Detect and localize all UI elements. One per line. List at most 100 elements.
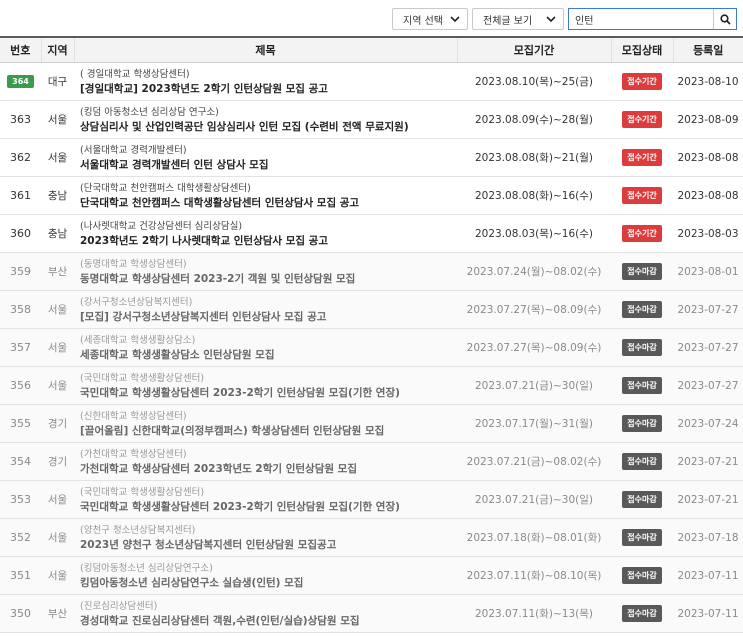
post-number: 356 bbox=[10, 379, 31, 392]
status-badge: 접수기간 bbox=[622, 149, 662, 166]
title-cell[interactable]: (양천구 청소년상담복지센터) 2023년 양천구 청소년상담복지센터 인턴상담원… bbox=[74, 518, 457, 557]
organization-name: (서울대학교 경력개발센터) bbox=[80, 144, 187, 156]
region-cell: 서울 bbox=[41, 556, 74, 595]
post-title-link[interactable]: 2023년 양천구 청소년상담복지센터 인턴상담원 모집공고 bbox=[80, 538, 457, 552]
status-cell: 접수기간 bbox=[611, 138, 673, 177]
organization-name: (강서구청소년상담복지센터) bbox=[80, 296, 193, 308]
post-number: 350 bbox=[10, 607, 31, 620]
view-select[interactable]: 전체글 보기 bbox=[472, 8, 564, 30]
date-cell: 2023-07-27 bbox=[673, 366, 743, 405]
number-cell: 362 bbox=[0, 138, 41, 177]
status-cell: 접수기간 bbox=[611, 100, 673, 139]
title-cell[interactable]: (킹덤 아동청소년 심리상담 연구소) 상담심리사 및 산업인력공단 임상심리사 … bbox=[74, 100, 457, 139]
number-cell: 353 bbox=[0, 480, 41, 519]
post-title-link[interactable]: [경일대학교] 2023학년도 2학기 인턴상담원 모집 공고 bbox=[80, 82, 457, 96]
title-cell[interactable]: (단국대학교 천안캠퍼스 대학생활상담센터) 단국대학교 천안캠퍼스 대학생활상담… bbox=[74, 176, 457, 215]
organization-name: (단국대학교 천안캠퍼스 대학생활상담센터) bbox=[80, 182, 251, 194]
date-cell: 2023-07-11 bbox=[673, 556, 743, 595]
post-title-link[interactable]: 상담심리사 및 산업인력공단 임상심리사 인턴 모집 (수련비 전액 무료지원) bbox=[80, 120, 457, 134]
post-title-link[interactable]: 가천대학교 학생상담센터 2023학년도 2학기 인턴상담원 모집 bbox=[80, 462, 457, 476]
organization-name: (양천구 청소년상담복지센터) bbox=[80, 524, 196, 536]
organization-name: ( 경일대학교 학생상담센터) bbox=[80, 68, 190, 80]
search-button[interactable] bbox=[713, 9, 736, 29]
title-cell[interactable]: (국민대학교 학생생활상담센터) 국민대학교 학생생활상담센터 2023-2학기 … bbox=[74, 366, 457, 405]
table-row[interactable]: 356 서울 (국민대학교 학생생활상담센터) 국민대학교 학생생활상담센터 2023… bbox=[0, 366, 743, 405]
post-title-link[interactable]: 동명대학교 학생상담센터 2023-2기 객원 및 인턴상담원 모집 bbox=[80, 272, 457, 286]
date-cell: 2023-08-03 bbox=[673, 214, 743, 253]
period-cell: 2023.07.24(월)~08.02(수) bbox=[457, 252, 611, 291]
period-cell: 2023.07.17(월)~31(월) bbox=[457, 404, 611, 443]
post-title-link[interactable]: 2023학년도 2학기 나사렛대학교 인턴상담사 모집 공고 bbox=[80, 234, 457, 248]
period-cell: 2023.08.09(수)~28(월) bbox=[457, 100, 611, 139]
table-row[interactable]: 351 서울 (킹덤아동청소년 심리상담연구소) 킹덤아동청소년 심리상담연구소 실습… bbox=[0, 556, 743, 595]
number-cell: 360 bbox=[0, 214, 41, 253]
region-cell: 서울 bbox=[41, 138, 74, 177]
title-cell[interactable]: (강서구청소년상담복지센터) [모집] 강서구청소년상담복지센터 인턴상담사 모집… bbox=[74, 290, 457, 329]
table-row[interactable]: 359 부산 (동명대학교 학생상담센터) 동명대학교 학생상담센터 2023-2기 … bbox=[0, 252, 743, 291]
table-row[interactable]: 361 충남 (단국대학교 천안캠퍼스 대학생활상담센터) 단국대학교 천안캠퍼스 대… bbox=[0, 176, 743, 215]
toolbar: 지역 선택 전체글 보기 bbox=[0, 0, 743, 36]
title-cell[interactable]: (국민대학교 학생생활상담센터) 국민대학교 학생생활상담센터 2023-2학기 … bbox=[74, 480, 457, 519]
title-cell[interactable]: (진로심리상담센터) 경성대학교 진로심리상담센터 객원,수련(인턴/실습)상담원… bbox=[74, 594, 457, 633]
post-title-link[interactable]: 서울대학교 경력개발센터 인턴 상담사 모집 bbox=[80, 158, 457, 172]
table-row[interactable]: 358 서울 (강서구청소년상담복지센터) [모집] 강서구청소년상담복지센터 인턴상… bbox=[0, 290, 743, 329]
post-title-link[interactable]: [끌어올림] 신한대학교(의정부캠퍼스) 학생상담센터 인턴상담원 모집 bbox=[80, 424, 457, 438]
post-title-link[interactable]: 킹덤아동청소년 심리상담연구소 실습생(인턴) 모집 bbox=[80, 576, 457, 590]
title-cell[interactable]: (서울대학교 경력개발센터) 서울대학교 경력개발센터 인턴 상담사 모집 bbox=[74, 138, 457, 177]
title-cell[interactable]: (나사렛대학교 건강상담센터 심리상담실) 2023학년도 2학기 나사렛대학교 … bbox=[74, 214, 457, 253]
table-row[interactable]: 363 서울 (킹덤 아동청소년 심리상담 연구소) 상담심리사 및 산업인력공단 임… bbox=[0, 100, 743, 139]
number-cell: 359 bbox=[0, 252, 41, 291]
table-row[interactable]: 364 대구 ( 경일대학교 학생상담센터) [경일대학교] 2023학년도 2학기 … bbox=[0, 62, 743, 101]
title-cell[interactable]: (가천대학교 학생상담센터) 가천대학교 학생상담센터 2023학년도 2학기 인… bbox=[74, 442, 457, 481]
post-title-link[interactable]: 단국대학교 천안캠퍼스 대학생활상담센터 인턴상담사 모집 공고 bbox=[80, 196, 457, 210]
post-title-link[interactable]: 국민대학교 학생생활상담센터 2023-2학기 인턴상담원 모집(기한 연장) bbox=[80, 500, 457, 514]
number-cell: 357 bbox=[0, 328, 41, 367]
region-select[interactable]: 지역 선택 bbox=[392, 8, 468, 30]
post-title-link[interactable]: [모집] 강서구청소년상담복지센터 인턴상담사 모집 공고 bbox=[80, 310, 457, 324]
search-icon bbox=[719, 10, 731, 29]
table-row[interactable]: 362 서울 (서울대학교 경력개발센터) 서울대학교 경력개발센터 인턴 상담사 모… bbox=[0, 138, 743, 177]
organization-name: (세종대학교 학생생활상담소) bbox=[80, 334, 196, 346]
table-row[interactable]: 357 서울 (세종대학교 학생생활상담소) 세종대학교 학생생활상담소 인턴상담원 … bbox=[0, 328, 743, 367]
status-cell: 접수기간 bbox=[611, 214, 673, 253]
status-badge: 접수마감 bbox=[622, 301, 662, 318]
header-number: 번호 bbox=[0, 36, 42, 63]
status-badge: 접수기간 bbox=[622, 187, 662, 204]
status-cell: 접수마감 bbox=[611, 252, 673, 291]
period-cell: 2023.07.11(화)~08.10(목) bbox=[457, 556, 611, 595]
table-row[interactable]: 350 부산 (진로심리상담센터) 경성대학교 진로심리상담센터 객원,수련(인턴/실… bbox=[0, 594, 743, 633]
table-row[interactable]: 354 경기 (가천대학교 학생상담센터) 가천대학교 학생상담센터 2023학년도 … bbox=[0, 442, 743, 481]
organization-name: (국민대학교 학생생활상담센터) bbox=[80, 372, 205, 384]
period-cell: 2023.08.10(목)~25(금) bbox=[457, 62, 611, 101]
title-cell[interactable]: (신한대학교 학생상담센터) [끌어올림] 신한대학교(의정부캠퍼스) 학생상담센… bbox=[74, 404, 457, 443]
post-title-link[interactable]: 국민대학교 학생생활상담센터 2023-2학기 인턴상담원 모집(기한 연장) bbox=[80, 386, 457, 400]
post-number: 358 bbox=[10, 303, 31, 316]
title-cell[interactable]: (킹덤아동청소년 심리상담연구소) 킹덤아동청소년 심리상담연구소 실습생(인턴)… bbox=[74, 556, 457, 595]
status-badge: 접수마감 bbox=[622, 453, 662, 470]
table-row[interactable]: 352 서울 (양천구 청소년상담복지센터) 2023년 양천구 청소년상담복지센터 … bbox=[0, 518, 743, 557]
status-badge: 접수기간 bbox=[622, 73, 662, 90]
organization-name: (가천대학교 학생상담센터) bbox=[80, 448, 187, 460]
period-cell: 2023.07.18(화)~08.01(화) bbox=[457, 518, 611, 557]
search-box bbox=[568, 8, 737, 30]
period-cell: 2023.08.08(화)~16(수) bbox=[457, 176, 611, 215]
table-row[interactable]: 355 경기 (신한대학교 학생상담센터) [끌어올림] 신한대학교(의정부캠퍼스) … bbox=[0, 404, 743, 443]
post-number: 357 bbox=[10, 341, 31, 354]
status-cell: 접수기간 bbox=[611, 62, 673, 101]
title-cell[interactable]: (동명대학교 학생상담센터) 동명대학교 학생상담센터 2023-2기 객원 및 … bbox=[74, 252, 457, 291]
status-badge: 접수마감 bbox=[622, 567, 662, 584]
header-date: 등록일 bbox=[673, 36, 743, 63]
post-title-link[interactable]: 세종대학교 학생생활상담소 인턴상담원 모집 bbox=[80, 348, 457, 362]
period-cell: 2023.07.27(목)~08.09(수) bbox=[457, 290, 611, 329]
table-row[interactable]: 353 서울 (국민대학교 학생생활상담센터) 국민대학교 학생생활상담센터 2023… bbox=[0, 480, 743, 519]
post-title-link[interactable]: 경성대학교 진로심리상담센터 객원,수련(인턴/실습)상담원 모집 bbox=[80, 614, 457, 628]
region-cell: 부산 bbox=[41, 594, 74, 633]
organization-name: (신한대학교 학생상담센터) bbox=[80, 410, 187, 422]
organization-name: (킹덤 아동청소년 심리상담 연구소) bbox=[80, 106, 219, 118]
recruitment-table: 번호 지역 제목 모집기간 모집상태 등록일 364 대구( 경일대학교 학생상담… bbox=[0, 36, 743, 633]
date-cell: 2023-08-01 bbox=[673, 252, 743, 291]
title-cell[interactable]: (세종대학교 학생생활상담소) 세종대학교 학생생활상담소 인턴상담원 모집 bbox=[74, 328, 457, 367]
search-input[interactable] bbox=[569, 9, 713, 29]
title-cell[interactable]: ( 경일대학교 학생상담센터) [경일대학교] 2023학년도 2학기 인턴상담원… bbox=[74, 62, 457, 101]
table-row[interactable]: 360 충남 (나사렛대학교 건강상담센터 심리상담실) 2023학년도 2학기 나사… bbox=[0, 214, 743, 253]
